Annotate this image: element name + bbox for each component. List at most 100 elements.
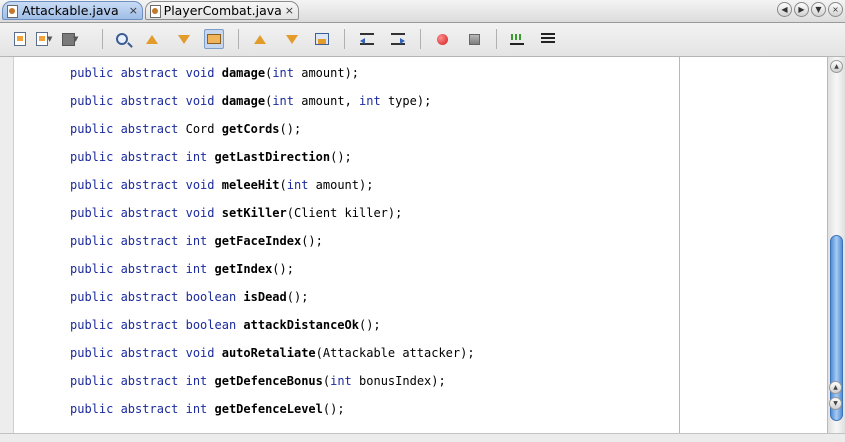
keyword-token: public abstract void bbox=[70, 206, 222, 220]
keyword-token: public abstract int bbox=[70, 402, 215, 416]
keyword-token: public abstract int bbox=[70, 374, 215, 388]
last-edit-icon bbox=[14, 32, 26, 46]
method-name-token: setKiller bbox=[221, 206, 287, 220]
toggle-highlight-button[interactable] bbox=[204, 29, 224, 49]
code-token: bonusIndex); bbox=[351, 374, 446, 388]
previous-bookmark-icon bbox=[254, 34, 266, 44]
code-token: (Attackable attacker); bbox=[315, 346, 475, 360]
scroll-down-arrow-icon[interactable]: ▼ bbox=[829, 397, 842, 410]
method-name-token: getLastDirection bbox=[214, 150, 331, 164]
code-line[interactable]: public abstract int getDefenceBonus(int … bbox=[70, 373, 446, 389]
tab-playercombat-java[interactable]: PlayerCombat.java × bbox=[145, 1, 299, 20]
next-bookmark-button[interactable] bbox=[282, 29, 302, 49]
scroll-up-icon[interactable]: ▲ bbox=[830, 60, 843, 73]
code-token: (); bbox=[279, 122, 302, 136]
code-line[interactable]: public abstract int getDefenceLevel(); bbox=[70, 401, 345, 417]
code-line[interactable]: public abstract void damage(int amount); bbox=[70, 65, 359, 81]
keyword-token: public abstract void bbox=[70, 66, 222, 80]
code-line[interactable]: public abstract boolean attackDistanceOk… bbox=[70, 317, 381, 333]
java-file-icon bbox=[6, 4, 18, 18]
code-line[interactable]: public abstract Cord getCords(); bbox=[70, 121, 301, 137]
comment-button[interactable] bbox=[507, 29, 527, 49]
code-line[interactable]: public abstract int getFaceIndex(); bbox=[70, 233, 323, 249]
code-line[interactable]: public abstract boolean isDead(); bbox=[70, 289, 308, 305]
forward-button[interactable]: ▼ bbox=[58, 29, 78, 49]
chevron-down-icon: ▼ bbox=[47, 35, 53, 43]
start-macro-icon bbox=[436, 33, 448, 45]
toolbar-separator bbox=[102, 29, 103, 49]
keyword-token: public abstract void bbox=[70, 178, 222, 192]
editor-toolbar: ▼ ▼ bbox=[0, 23, 845, 57]
chevron-down-icon: ▼ bbox=[73, 35, 79, 43]
code-line[interactable]: public abstract void meleeHit(int amount… bbox=[70, 177, 373, 193]
close-window-icon[interactable]: × bbox=[828, 2, 843, 17]
stop-macro-icon bbox=[468, 33, 480, 45]
method-name-token: getFaceIndex bbox=[214, 234, 302, 248]
find-selection-button[interactable] bbox=[112, 29, 132, 49]
keyword-token: public abstract void bbox=[70, 94, 222, 108]
vertical-scrollbar[interactable]: ▲ bbox=[827, 57, 845, 433]
toggle-bookmark-button[interactable] bbox=[312, 29, 332, 49]
code-token: (); bbox=[301, 234, 323, 248]
tab-label: PlayerCombat.java bbox=[163, 3, 282, 18]
code-line[interactable]: public abstract void autoRetaliate(Attac… bbox=[70, 345, 475, 361]
previous-bookmark-button[interactable] bbox=[250, 29, 270, 49]
find-next-button[interactable] bbox=[174, 29, 194, 49]
shift-line-right-button[interactable] bbox=[388, 29, 408, 49]
show-opened-documents-icon[interactable]: ▼ bbox=[811, 2, 826, 17]
tab-attackable-java[interactable]: Attackable.java × bbox=[2, 1, 143, 20]
keyword-token: public abstract boolean bbox=[70, 290, 244, 304]
method-name-token: getCords bbox=[221, 122, 280, 136]
find-selection-icon bbox=[116, 33, 128, 45]
method-name-token: damage bbox=[221, 94, 266, 108]
keyword-token: public abstract int bbox=[70, 262, 215, 276]
toggle-highlight-icon bbox=[207, 34, 221, 44]
tab-close-icon[interactable]: × bbox=[285, 4, 294, 17]
code-line[interactable]: public abstract void damage(int amount, … bbox=[70, 93, 431, 109]
method-name-token: getDefenceBonus bbox=[214, 374, 323, 388]
shift-line-left-button[interactable] bbox=[357, 29, 377, 49]
shift-right-icon bbox=[391, 33, 405, 45]
code-token: (); bbox=[330, 150, 352, 164]
keyword-token: int bbox=[330, 374, 352, 388]
code-line[interactable]: public abstract int getIndex(); bbox=[70, 261, 294, 277]
code-line[interactable]: public abstract int getLastDirection(); bbox=[70, 149, 352, 165]
method-name-token: getDefenceLevel bbox=[214, 402, 323, 416]
code-token: (); bbox=[286, 290, 309, 304]
next-bookmark-icon bbox=[286, 34, 298, 44]
line-gutter[interactable] bbox=[0, 57, 14, 441]
tab-close-icon[interactable]: × bbox=[129, 4, 138, 17]
stop-macro-recording-button[interactable] bbox=[464, 29, 484, 49]
last-edit-button[interactable] bbox=[10, 29, 30, 49]
toggle-bookmark-icon bbox=[315, 33, 329, 45]
editor-tab-bar: Attackable.java × PlayerCombat.java × ◀ … bbox=[0, 0, 845, 23]
right-margin-line bbox=[679, 57, 680, 441]
back-button[interactable]: ▼ bbox=[32, 29, 52, 49]
code-token: (Client killer); bbox=[286, 206, 403, 220]
method-name-token: isDead bbox=[243, 290, 287, 304]
code-token: ( bbox=[279, 178, 287, 192]
find-previous-button[interactable] bbox=[142, 29, 162, 49]
toolbar-separator bbox=[420, 29, 421, 49]
scroll-tabs-right-icon[interactable]: ▶ bbox=[794, 2, 809, 17]
method-name-token: attackDistanceOk bbox=[243, 318, 359, 332]
keyword-token: public abstract boolean bbox=[70, 318, 244, 332]
uncomment-icon bbox=[541, 33, 555, 45]
comment-icon bbox=[510, 33, 524, 45]
method-name-token: autoRetaliate bbox=[221, 346, 316, 360]
keyword-token: public abstract void bbox=[70, 346, 222, 360]
code-line[interactable]: public abstract void setKiller(Client ki… bbox=[70, 205, 402, 221]
keyword-token: public abstract int bbox=[70, 150, 215, 164]
tab-navigation: ◀ ▶ ▼ × bbox=[777, 2, 843, 17]
scroll-tabs-left-icon[interactable]: ◀ bbox=[777, 2, 792, 17]
keyword-token: int bbox=[272, 94, 294, 108]
java-file-icon bbox=[149, 4, 161, 18]
start-macro-recording-button[interactable] bbox=[432, 29, 452, 49]
code-editor[interactable]: public abstract void damage(int amount);… bbox=[0, 57, 845, 441]
uncomment-button[interactable] bbox=[538, 29, 558, 49]
tab-label: Attackable.java bbox=[22, 3, 119, 18]
keyword-token: public abstract bbox=[70, 122, 186, 136]
scroll-up-arrow-icon[interactable]: ▲ bbox=[829, 381, 842, 394]
find-previous-icon bbox=[146, 34, 158, 44]
find-next-icon bbox=[178, 34, 190, 44]
